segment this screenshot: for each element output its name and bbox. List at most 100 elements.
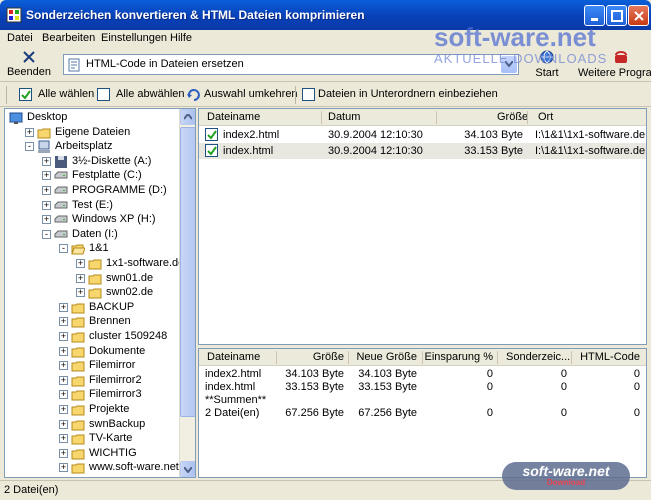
tree-item[interactable]: +1x1-software.de: [5, 257, 184, 271]
unterordner-checkbox[interactable]: [302, 88, 315, 101]
expand-icon[interactable]: +: [59, 463, 68, 473]
expand-icon[interactable]: +: [59, 361, 68, 371]
column-dateiname[interactable]: Dateiname: [207, 111, 260, 123]
scroll-down-button[interactable]: [180, 461, 195, 477]
summary-total-row[interactable]: 2 Datei(en) 67.256 Byte 67.256 Byte 0 0 …: [199, 407, 646, 420]
expand-icon[interactable]: +: [59, 419, 68, 429]
tree-item[interactable]: + TV-Karte: [5, 432, 179, 446]
tree-item[interactable]: Desktop: [5, 111, 179, 125]
tree-item[interactable]: + PROGRAMME (D:): [5, 184, 179, 198]
menu-einstellungen[interactable]: Einstellungen: [101, 32, 167, 44]
tree-item[interactable]: + Eigene Dateien: [5, 126, 179, 140]
summary-row[interactable]: index.html 33.153 Byte 33.153 Byte 0 0 0: [199, 381, 646, 394]
menu-datei[interactable]: Datei: [7, 32, 33, 44]
tree-item[interactable]: - Arbeitsplatz: [5, 140, 179, 154]
tree-item[interactable]: + cluster 1509248: [5, 330, 179, 344]
column-groesse[interactable]: Größe: [497, 111, 528, 123]
expand-icon[interactable]: +: [42, 215, 51, 225]
tree-item[interactable]: + Windows XP (H:): [5, 213, 179, 227]
column-ort[interactable]: Ort: [538, 111, 553, 123]
tree-item[interactable]: + WICHTIG: [5, 447, 179, 461]
minimize-icon: [591, 18, 598, 21]
expand-icon[interactable]: +: [42, 171, 51, 181]
unterordner-label[interactable]: Dateien in Unterordnern einbeziehen: [318, 88, 498, 100]
tree-vertical-scrollbar[interactable]: [179, 109, 195, 477]
tree-item[interactable]: + Filemirror3: [5, 388, 179, 402]
expand-icon[interactable]: +: [25, 127, 34, 137]
expand-icon[interactable]: +: [59, 332, 68, 341]
tree-item[interactable]: - Daten (I:): [5, 228, 179, 242]
expand-icon[interactable]: +: [59, 448, 68, 458]
alle-waehlen-label[interactable]: Alle wählen: [38, 88, 94, 100]
beenden-button[interactable]: Beenden: [4, 48, 54, 80]
summary-row[interactable]: **Summen**: [199, 394, 646, 407]
alle-waehlen-checkbox[interactable]: [19, 88, 32, 101]
column-dateiname[interactable]: Dateiname: [207, 351, 260, 363]
expand-icon[interactable]: +: [59, 346, 68, 356]
tree-item[interactable]: + Projekte: [5, 403, 179, 417]
folder-tree[interactable]: + www.soft-ware.net + WICHTIG + TV-Karte + swnB…: [4, 108, 196, 478]
expand-icon[interactable]: +: [76, 288, 85, 298]
menu-hilfe[interactable]: Hilfe: [170, 32, 192, 44]
folder-icon: [71, 405, 85, 416]
alle-abwaehlen-checkbox[interactable]: [97, 88, 110, 101]
expand-icon[interactable]: +: [59, 302, 68, 312]
file-row-checkbox[interactable]: [205, 128, 218, 141]
scroll-up-button[interactable]: [180, 109, 195, 125]
alle-abwaehlen-label[interactable]: Alle abwählen: [116, 88, 185, 100]
expand-icon[interactable]: +: [59, 390, 68, 400]
drive-icon: [54, 215, 68, 223]
folder-icon: [71, 332, 85, 343]
invert-selection-icon[interactable]: [186, 87, 202, 103]
summary-name: index2.html: [205, 368, 262, 380]
expand-icon[interactable]: +: [42, 186, 51, 195]
tree-item[interactable]: + Dokumente: [5, 345, 179, 359]
expand-icon[interactable]: +: [76, 259, 85, 268]
collapse-icon[interactable]: -: [42, 229, 51, 239]
summary-table[interactable]: Dateiname Größe Neue Größe Einsparung % …: [198, 348, 647, 478]
auswahl-umkehren-button[interactable]: Auswahl umkehren: [204, 88, 298, 100]
expand-icon[interactable]: +: [59, 375, 68, 385]
watermark-subtitle: AKTUELLE DOWNLOADS: [434, 51, 608, 66]
tree-item[interactable]: + Brennen: [5, 315, 179, 329]
expand-icon[interactable]: +: [42, 200, 51, 210]
column-html-code[interactable]: HTML-Code: [580, 351, 640, 363]
maximize-button[interactable]: [606, 5, 627, 26]
scroll-thumb[interactable]: [180, 127, 195, 417]
file-size: 33.153 Byte: [464, 145, 523, 157]
summary-html: 0: [633, 381, 640, 393]
tree-item[interactable]: + Filemirror2: [5, 374, 179, 388]
column-einsparung[interactable]: Einsparung %: [425, 351, 494, 363]
tree-item[interactable]: + Festplatte (C:): [5, 169, 179, 183]
column-neue-groesse[interactable]: Neue Größe: [356, 351, 417, 363]
tree-item[interactable]: + BACKUP: [5, 301, 179, 315]
tree-item[interactable]: + swn01.de: [5, 272, 179, 286]
column-groesse[interactable]: Größe: [313, 351, 344, 363]
menu-bearbeiten[interactable]: Bearbeiten: [42, 32, 95, 44]
tree-item[interactable]: + swn02.de: [5, 286, 179, 300]
tree-item[interactable]: + swnBackup: [5, 418, 179, 432]
folder-open-icon: [71, 244, 85, 255]
tree-item[interactable]: + Filemirror: [5, 359, 179, 373]
expand-icon[interactable]: +: [59, 405, 68, 414]
file-list[interactable]: Dateiname Datum Größe Ort index2.html 30…: [198, 108, 647, 345]
file-row-checkbox[interactable]: [205, 144, 218, 157]
expand-icon[interactable]: +: [42, 156, 51, 166]
expand-icon[interactable]: +: [76, 273, 85, 283]
collapse-icon[interactable]: -: [25, 142, 34, 152]
tree-item[interactable]: +3½-Diskette (A:): [5, 155, 179, 169]
column-datum[interactable]: Datum: [328, 111, 360, 123]
file-row[interactable]: index.html 30.9.2004 12:10:30 33.153 Byt…: [199, 143, 646, 159]
tree-item[interactable]: + www.soft-ware.net: [5, 461, 179, 475]
summary-row[interactable]: index2.html 34.103 Byte 34.103 Byte 0 0 …: [199, 368, 646, 381]
file-row[interactable]: index2.html 30.9.2004 12:10:30 34.103 By…: [199, 127, 646, 143]
column-sonderzeichen[interactable]: Sonderzeic...: [506, 351, 570, 363]
close-button[interactable]: [628, 5, 649, 26]
collapse-icon[interactable]: -: [59, 244, 68, 254]
tree-item[interactable]: - 1&1: [5, 242, 179, 256]
column-separator: [527, 111, 528, 124]
expand-icon[interactable]: +: [59, 434, 68, 444]
column-separator: [321, 111, 322, 124]
expand-icon[interactable]: +: [59, 317, 68, 327]
tree-item[interactable]: + Test (E:): [5, 199, 179, 213]
